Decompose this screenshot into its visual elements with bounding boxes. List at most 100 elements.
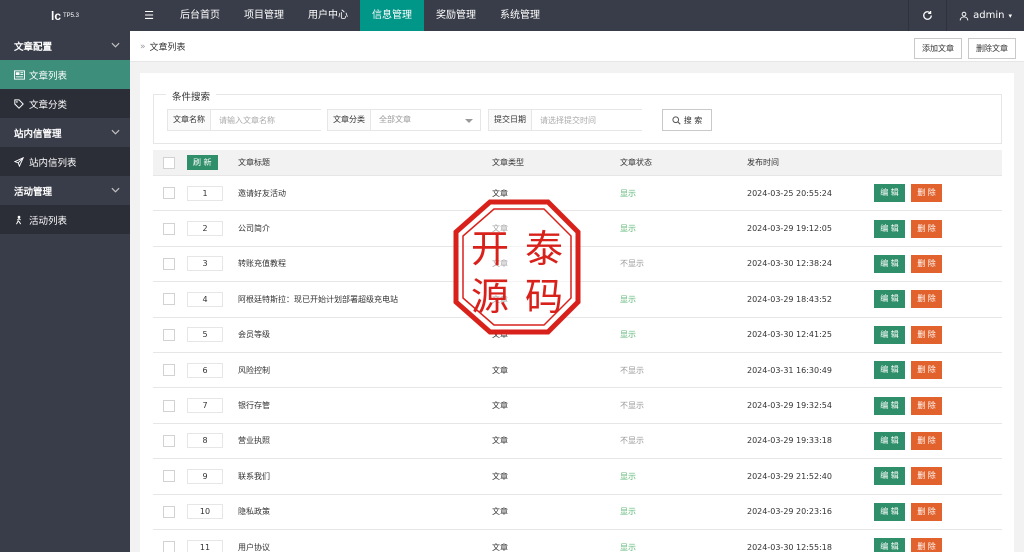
edit-button[interactable]: 编 辑 xyxy=(874,396,905,415)
article-status: 显示 xyxy=(620,471,636,481)
row-checkbox[interactable] xyxy=(163,434,175,447)
search-button-label: 搜 索 xyxy=(683,115,703,125)
delete-button[interactable]: 删 除 xyxy=(911,396,942,415)
sort-order-input[interactable]: 2 xyxy=(187,221,223,237)
row-checkbox[interactable] xyxy=(163,541,175,552)
caret-down-icon: ▾ xyxy=(1008,11,1012,20)
sort-order-input[interactable]: 7 xyxy=(187,398,223,414)
article-status: 显示 xyxy=(620,188,636,198)
row-checkbox[interactable] xyxy=(163,328,175,341)
sidebar-item-activity-list[interactable]: 活动列表 xyxy=(0,205,130,234)
menu-toggle-button[interactable]: ☰ xyxy=(130,0,168,31)
article-status: 显示 xyxy=(620,224,636,234)
edit-button[interactable]: 编 辑 xyxy=(874,184,905,203)
delete-button[interactable]: 删 除 xyxy=(911,219,942,238)
edit-button[interactable]: 编 辑 xyxy=(874,361,905,380)
row-actions: 编 辑删 除 xyxy=(874,502,942,521)
sidebar: 文章配置 文章列表 文章分类 站内信管理 站内信列表 活动管理 活动列表 xyxy=(0,31,130,552)
send-icon xyxy=(14,156,26,167)
edit-button[interactable]: 编 辑 xyxy=(874,538,905,552)
user-menu[interactable]: admin ▾ xyxy=(946,0,1024,31)
row-checkbox[interactable] xyxy=(163,257,175,270)
sort-order-input[interactable]: 9 xyxy=(187,468,223,484)
search-button[interactable]: 搜 索 xyxy=(662,109,712,131)
table-refresh-label: 刷 新 xyxy=(187,155,218,170)
sidebar-group-articles[interactable]: 文章配置 xyxy=(0,31,130,60)
sort-order-input[interactable]: 10 xyxy=(187,504,223,520)
sidebar-group-messages[interactable]: 站内信管理 xyxy=(0,118,130,147)
article-title: 联系我们 xyxy=(238,471,270,481)
table-row: 7 银行存管 文章 不显示 2024-03-29 19:32:54 编 辑删 除 xyxy=(153,388,1002,424)
article-title: 阿根廷特斯拉：现已开始计划部署超级充电站 xyxy=(238,294,398,304)
row-checkbox[interactable] xyxy=(163,293,175,306)
sort-order-input[interactable]: 8 xyxy=(187,433,223,449)
seal-char: 开 xyxy=(471,227,509,271)
sidebar-group-label: 站内信管理 xyxy=(14,128,62,140)
edit-button[interactable]: 编 辑 xyxy=(874,502,905,521)
article-category-select[interactable]: 全部文章 xyxy=(371,110,480,130)
delete-button[interactable]: 删 除 xyxy=(911,184,942,203)
row-checkbox[interactable] xyxy=(163,364,175,377)
sidebar-item-article-list[interactable]: 文章列表 xyxy=(0,60,130,89)
table-row: 6 风险控制 文章 不显示 2024-03-31 16:30:49 编 辑删 除 xyxy=(153,353,1002,389)
row-actions: 编 辑删 除 xyxy=(874,396,942,415)
article-status: 显示 xyxy=(620,294,636,304)
sort-order-input[interactable]: 3 xyxy=(187,256,223,272)
edit-button[interactable]: 编 辑 xyxy=(874,431,905,450)
delete-button[interactable]: 删 除 xyxy=(911,502,942,521)
article-time: 2024-03-31 16:30:49 xyxy=(747,365,832,375)
breadcrumb-bar: » 文章列表 添加文章 删除文章 xyxy=(130,31,1024,62)
sidebar-item-message-list[interactable]: 站内信列表 xyxy=(0,147,130,176)
app-logo[interactable]: lc TP5.3 xyxy=(0,0,130,31)
article-type: 文章 xyxy=(492,436,508,446)
nav-item-projects[interactable]: 项目管理 xyxy=(232,0,296,31)
table-refresh-button[interactable]: 刷 新 xyxy=(187,155,218,170)
delete-button[interactable]: 删 除 xyxy=(911,290,942,309)
delete-button[interactable]: 删 除 xyxy=(911,325,942,344)
select-all-checkbox[interactable] xyxy=(163,156,175,169)
delete-button[interactable]: 删 除 xyxy=(911,467,942,486)
sort-order-input[interactable]: 4 xyxy=(187,291,223,307)
article-category-field: 文章分类 全部文章 xyxy=(327,109,481,131)
refresh-page-button[interactable] xyxy=(908,0,946,31)
sidebar-item-article-category[interactable]: 文章分类 xyxy=(0,89,130,118)
edit-button[interactable]: 编 辑 xyxy=(874,325,905,344)
submit-date-input[interactable] xyxy=(532,110,642,130)
delete-button[interactable]: 删 除 xyxy=(911,538,942,552)
tag-icon xyxy=(14,98,26,109)
delete-article-button[interactable]: 删除文章 xyxy=(968,38,1016,59)
delete-button[interactable]: 删 除 xyxy=(911,254,942,273)
row-checkbox[interactable] xyxy=(163,222,175,235)
edit-button[interactable]: 编 辑 xyxy=(874,254,905,273)
edit-button[interactable]: 编 辑 xyxy=(874,467,905,486)
edit-button[interactable]: 编 辑 xyxy=(874,290,905,309)
edit-button[interactable]: 编 辑 xyxy=(874,219,905,238)
article-type: 文章 xyxy=(492,507,508,517)
nav-item-users[interactable]: 用户中心 xyxy=(296,0,360,31)
article-time: 2024-03-29 19:32:54 xyxy=(747,401,832,411)
nav-item-system[interactable]: 系统管理 xyxy=(488,0,552,31)
delete-button[interactable]: 删 除 xyxy=(911,431,942,450)
sort-order-input[interactable]: 5 xyxy=(187,327,223,343)
sidebar-group-activities[interactable]: 活动管理 xyxy=(0,176,130,205)
row-actions: 编 辑删 除 xyxy=(874,467,942,486)
add-article-button[interactable]: 添加文章 xyxy=(914,38,962,59)
nav-item-info[interactable]: 信息管理 xyxy=(360,0,424,31)
row-checkbox[interactable] xyxy=(163,505,175,518)
delete-button[interactable]: 删 除 xyxy=(911,361,942,380)
user-icon xyxy=(959,11,969,20)
sort-order-input[interactable]: 1 xyxy=(187,185,223,201)
nav-item-home[interactable]: 后台首页 xyxy=(168,0,232,31)
sidebar-item-label: 文章列表 xyxy=(29,70,68,82)
sort-order-input[interactable]: 6 xyxy=(187,362,223,378)
nav-item-rewards[interactable]: 奖励管理 xyxy=(424,0,488,31)
dropdown-triangle-icon xyxy=(465,119,473,123)
row-checkbox[interactable] xyxy=(163,470,175,483)
sort-order-input[interactable]: 11 xyxy=(187,539,223,552)
row-checkbox[interactable] xyxy=(163,187,175,200)
article-name-input[interactable] xyxy=(211,110,321,130)
row-actions: 编 辑删 除 xyxy=(874,361,942,380)
row-checkbox[interactable] xyxy=(163,399,175,412)
row-actions: 编 辑删 除 xyxy=(874,431,942,450)
row-actions: 编 辑删 除 xyxy=(874,254,942,273)
